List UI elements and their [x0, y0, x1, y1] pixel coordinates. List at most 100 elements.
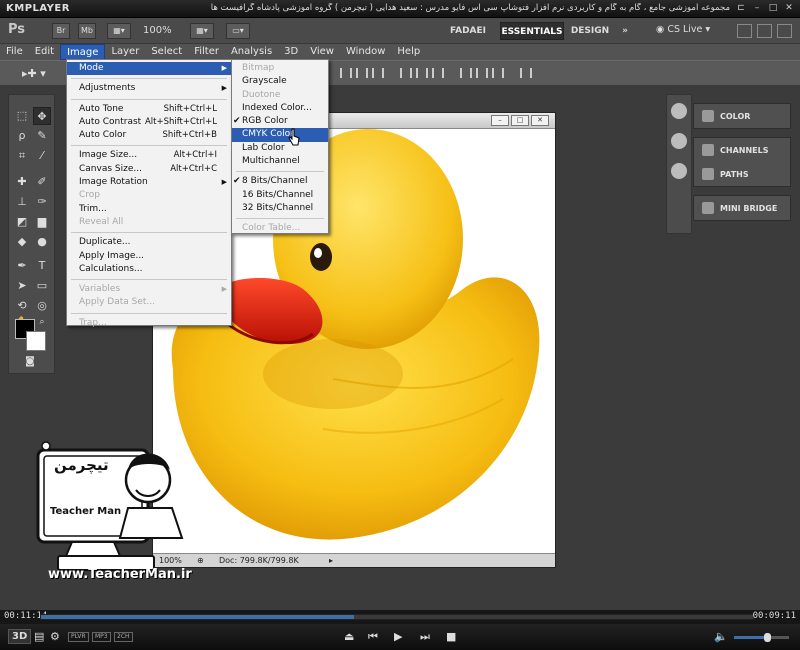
seek-track[interactable] [40, 614, 754, 620]
pen-tool-icon[interactable]: ✒ [13, 257, 31, 275]
gradient-tool-icon[interactable]: ▆ [33, 213, 51, 231]
clone-stamp-icon[interactable]: ⊥ [13, 193, 31, 211]
shape-tool-icon[interactable]: ▭ [33, 277, 51, 295]
move-tool-preset-icon[interactable]: ▸✚ ▾ [22, 67, 46, 80]
move-tool-icon[interactable]: ✥ [33, 107, 51, 125]
zoom-level[interactable]: 100% [143, 25, 172, 36]
menu-item-image-rotation[interactable]: Image Rotation ▶ [67, 176, 231, 189]
distribute-left-icon[interactable] [460, 68, 472, 78]
3d-mode-button[interactable]: 3D [8, 629, 32, 644]
maximize-icon[interactable]: □ [766, 2, 780, 15]
mini-bridge-button[interactable]: Mb [78, 23, 96, 39]
status-arrow-icon[interactable]: ⊕ [197, 554, 204, 567]
eyedropper-tool-icon[interactable]: ⁄ [33, 147, 51, 165]
stop-icon[interactable]: ■ [446, 630, 456, 643]
minimize-icon[interactable]: – [750, 2, 764, 15]
dodge-tool-icon[interactable]: ● [33, 233, 51, 251]
distribute-vcenter-icon[interactable] [416, 68, 428, 78]
menu-item-canvas-size[interactable]: Canvas Size... Alt+Ctrl+C [67, 163, 231, 176]
workspace-fadaei[interactable]: FADAEI [448, 22, 488, 40]
playlist-icon[interactable]: ▤ [34, 630, 44, 643]
distribute-right-icon[interactable] [492, 68, 504, 78]
history-brush-icon[interactable]: ✑ [33, 193, 51, 211]
menu-view[interactable]: View [304, 44, 340, 60]
distribute-hcenter-icon[interactable] [476, 68, 488, 78]
marquee-tool-icon[interactable]: ⬚ [13, 107, 31, 125]
menu-item-adjustments[interactable]: Adjustments ▶ [67, 82, 231, 95]
volume-knob[interactable] [764, 633, 771, 642]
next-icon[interactable]: ⏭ [420, 630, 430, 644]
type-tool-icon[interactable]: T [33, 257, 51, 275]
brush-tool-icon[interactable]: ✐ [33, 173, 51, 191]
menu-image[interactable]: Image [60, 44, 106, 60]
distribute-top-icon[interactable] [400, 68, 412, 78]
bridge-button[interactable]: Br [52, 23, 70, 39]
cs-live-button[interactable]: ◉ CS Live ▾ [656, 24, 710, 35]
color-panel-tab[interactable]: COLOR [694, 104, 790, 128]
workspace-essentials[interactable]: ESSENTIALS [500, 22, 564, 40]
quick-mask-icon[interactable]: ◙ [21, 353, 39, 371]
menu-filter[interactable]: Filter [188, 44, 225, 60]
menu-help[interactable]: Help [391, 44, 426, 60]
channels-panel-tab[interactable]: CHANNELS [694, 138, 790, 162]
menu-item-image-size[interactable]: Image Size... Alt+Ctrl+I [67, 149, 231, 162]
mini-bridge-panel-tab[interactable]: MINI BRIDGE [694, 196, 790, 220]
menu-item-trim[interactable]: Trim... [67, 203, 231, 216]
mode-16-bits[interactable]: 16 Bits/Channel [232, 189, 328, 202]
menu-window[interactable]: Window [340, 44, 391, 60]
menu-item-mode[interactable]: Mode ▶ [67, 62, 231, 76]
menu-item-auto-tone[interactable]: Auto Tone Shift+Ctrl+L [67, 103, 231, 116]
doc-minimize-icon[interactable]: – [491, 115, 509, 126]
path-select-icon[interactable]: ➤ [13, 277, 31, 295]
close-ps-icon[interactable] [777, 24, 792, 38]
mode-32-bits[interactable]: 32 Bits/Channel [232, 202, 328, 215]
view-extras-icon[interactable]: ▦▾ [107, 23, 131, 39]
menu-edit[interactable]: Edit [29, 44, 60, 60]
menu-item-auto-contrast[interactable]: Auto Contrast Alt+Shift+Ctrl+L [67, 116, 231, 129]
mode-grayscale[interactable]: Grayscale [232, 75, 328, 88]
menu-analysis[interactable]: Analysis [225, 44, 278, 60]
volume-slider[interactable] [734, 633, 789, 642]
mode-indexed-color[interactable]: Indexed Color... [232, 102, 328, 115]
minimize-ps-icon[interactable] [737, 24, 752, 38]
mode-rgb-color[interactable]: ✔ RGB Color [232, 115, 328, 128]
blur-tool-icon[interactable]: ◆ [13, 233, 31, 251]
align-top-icon[interactable] [340, 68, 352, 78]
quick-select-tool-icon[interactable]: ✎ [33, 127, 51, 145]
zoom-tool-icon[interactable]: ⌕ [33, 313, 51, 331]
play-icon[interactable]: ▶ [394, 630, 402, 643]
mode-multichannel[interactable]: Multichannel [232, 155, 328, 168]
menu-item-duplicate[interactable]: Duplicate... [67, 236, 231, 249]
arrange-documents-icon[interactable]: ▦▾ [190, 23, 214, 39]
eject-icon[interactable]: ⏏ [344, 630, 354, 643]
paths-panel-tab[interactable]: PATHS [694, 162, 790, 186]
mode-lab-color[interactable]: Lab Color [232, 142, 328, 155]
status-expand-icon[interactable]: ▸ [329, 554, 333, 567]
navigator-icon[interactable] [671, 103, 687, 119]
menu-item-apply-image[interactable]: Apply Image... [67, 250, 231, 263]
menu-select[interactable]: Select [145, 44, 188, 60]
screen-mode-icon[interactable]: ▭▾ [226, 23, 250, 39]
histogram-icon[interactable] [671, 133, 687, 149]
settings-gear-icon[interactable]: ⚙ [50, 630, 60, 643]
mode-8-bits[interactable]: ✔ 8 Bits/Channel [232, 175, 328, 188]
speaker-icon[interactable]: 🔈 [714, 630, 728, 643]
more-workspaces-icon[interactable]: » [616, 22, 634, 40]
mode-cmyk-color[interactable]: CMYK Color [232, 128, 328, 142]
doc-close-icon[interactable]: ✕ [531, 115, 549, 126]
workspace-design[interactable]: DESIGN [570, 22, 610, 40]
distribute-bottom-icon[interactable] [432, 68, 444, 78]
background-color-swatch[interactable] [26, 331, 46, 351]
healing-brush-icon[interactable]: ✚ [13, 173, 31, 191]
doc-maximize-icon[interactable]: □ [511, 115, 529, 126]
restore-ps-icon[interactable] [757, 24, 772, 38]
menu-item-auto-color[interactable]: Auto Color Shift+Ctrl+B [67, 129, 231, 142]
close-icon[interactable]: ✕ [782, 2, 796, 15]
menu-layer[interactable]: Layer [105, 44, 145, 60]
previous-icon[interactable]: ⏮ [368, 630, 378, 644]
menu-item-calculations[interactable]: Calculations... [67, 263, 231, 276]
menu-3d[interactable]: 3D [278, 44, 304, 60]
align-bottom-icon[interactable] [372, 68, 384, 78]
eraser-tool-icon[interactable]: ◩ [13, 213, 31, 231]
align-vcenter-icon[interactable] [356, 68, 368, 78]
